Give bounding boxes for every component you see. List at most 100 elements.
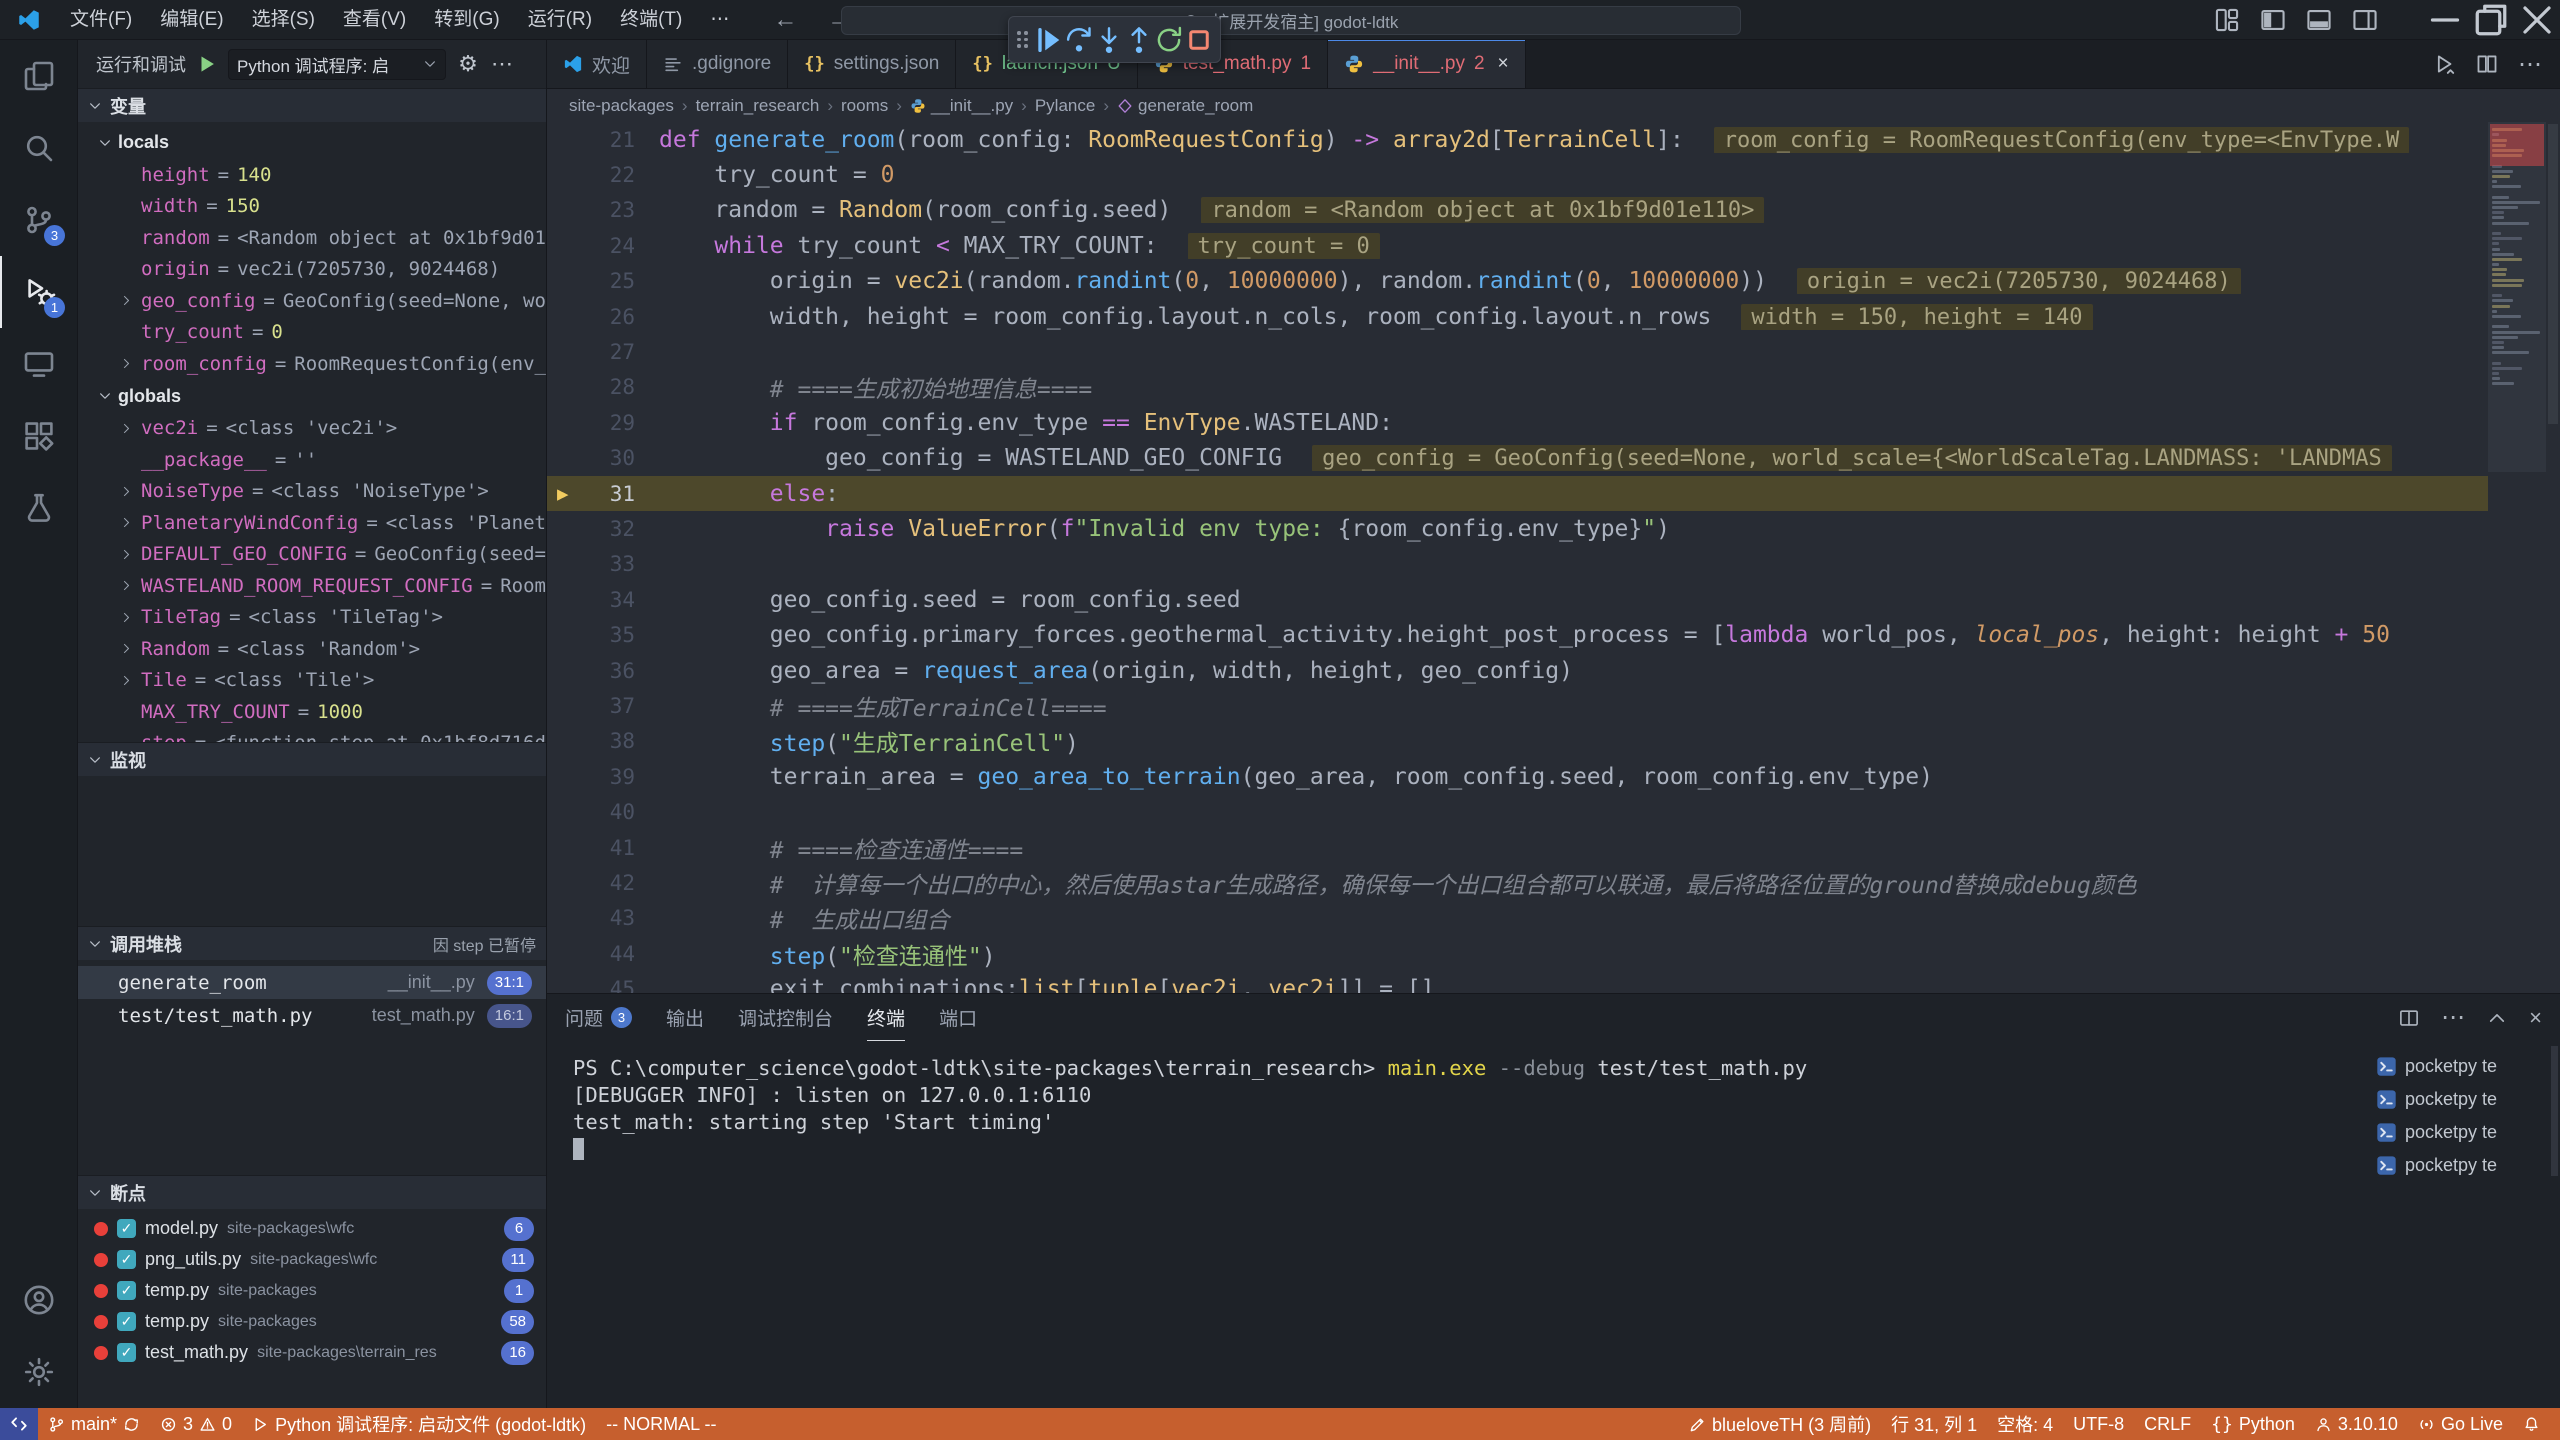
step-into-button[interactable] (1094, 23, 1124, 57)
variable-row[interactable]: width=150 (78, 191, 546, 223)
terminal-session-item[interactable]: pocketpy te (2376, 1116, 2544, 1149)
breakpoint-row[interactable]: ✓test_math.pysite-packages\terrain_res16 (78, 1337, 546, 1368)
continue-button[interactable] (1034, 23, 1064, 57)
tab-__init__.py[interactable]: __init__.py2× (1328, 40, 1526, 88)
variable-row[interactable]: PlanetaryWindConfig=<class 'Planeta (78, 507, 546, 539)
activity-item-settings[interactable] (0, 1336, 77, 1408)
restore-button[interactable] (2468, 0, 2514, 40)
breakpoint-checkbox[interactable]: ✓ (117, 1343, 136, 1362)
activity-item-remote-explorer[interactable] (0, 328, 77, 400)
panel-more-actions-icon[interactable]: ⋯ (2441, 1003, 2465, 1032)
status-item-blueloveTH-3-[interactable]: blueloveTH (3 周前) (1679, 1408, 1881, 1440)
menu-item-文件(F)[interactable]: 文件(F) (56, 0, 146, 39)
status-item[interactable] (2513, 1408, 2550, 1440)
variable-row[interactable]: Tile=<class 'Tile'> (78, 665, 546, 697)
activity-item-account[interactable] (0, 1264, 77, 1336)
breakpoint-checkbox[interactable]: ✓ (117, 1281, 136, 1300)
breadcrumb-item[interactable]: rooms (841, 96, 888, 116)
activity-item-scm[interactable]: 3 (0, 184, 77, 256)
editor-more-actions-icon[interactable]: ⋯ (2518, 50, 2542, 79)
close-panel-icon[interactable]: × (2529, 1005, 2542, 1031)
panel-tab-端口[interactable]: 端口 (939, 994, 977, 1041)
status-item-CRLF[interactable]: CRLF (2134, 1408, 2201, 1440)
restart-button[interactable] (1154, 23, 1184, 57)
variable-scope-globals[interactable]: globals (78, 380, 546, 413)
status-item-main-[interactable]: main* (38, 1408, 150, 1440)
breakpoints-section-header[interactable]: 断点 (78, 1175, 546, 1209)
terminal-session-item[interactable]: pocketpy te (2376, 1149, 2544, 1182)
minimap[interactable] (2488, 122, 2546, 993)
debug-settings-gear-icon[interactable]: ⚙ (456, 52, 480, 76)
variable-row[interactable]: vec2i=<class 'vec2i'> (78, 413, 546, 445)
stop-button[interactable] (1184, 23, 1214, 57)
breakpoint-row[interactable]: ✓temp.pysite-packages58 (78, 1306, 546, 1337)
step-over-button[interactable] (1064, 23, 1094, 57)
variables-section-header[interactable]: 变量 (78, 88, 546, 122)
status-item-Python-godot-ldtk-[interactable]: Python 调试程序: 启动文件 (godot-ldtk) (242, 1408, 596, 1440)
status-item----NORMAL---[interactable]: -- NORMAL -- (596, 1408, 726, 1440)
variable-row[interactable]: Random=<class 'Random'> (78, 633, 546, 665)
code-editor[interactable]: 21def generate_room(room_config: RoomReq… (547, 122, 2560, 993)
toggle-panel-icon[interactable] (2306, 7, 2332, 33)
breadcrumb-item[interactable]: terrain_research (696, 96, 820, 116)
variable-row[interactable]: room_config=RoomRequestConfig(env_t (78, 348, 546, 380)
terminal-session-item[interactable]: pocketpy te (2376, 1050, 2544, 1083)
breadcrumb-item[interactable]: generate_room (1117, 96, 1253, 116)
panel-tab-输出[interactable]: 输出 (666, 994, 704, 1041)
editor-scrollbar[interactable] (2546, 122, 2560, 993)
minimize-button[interactable] (2422, 0, 2468, 40)
status-item--31-1[interactable]: 行 31, 列 1 (1881, 1408, 1987, 1440)
activity-item-extensions[interactable] (0, 400, 77, 472)
variable-row[interactable]: height=140 (78, 159, 546, 191)
variable-scope-locals[interactable]: locals (78, 126, 546, 159)
status-item-3-10-10[interactable]: 3.10.10 (2305, 1408, 2408, 1440)
menu-item-转到(G)[interactable]: 转到(G) (420, 0, 513, 39)
stack-frame[interactable]: generate_room__init__.py31:1 (78, 966, 546, 999)
tab-.gdignore[interactable]: .gdignore (647, 40, 788, 88)
tab-欢迎[interactable]: 欢迎 (547, 40, 647, 88)
status-item-UTF-8[interactable]: UTF-8 (2063, 1408, 2134, 1440)
breadcrumb-item[interactable]: __init__.py (910, 96, 1013, 116)
activity-item-search[interactable] (0, 112, 77, 184)
breakpoint-checkbox[interactable]: ✓ (117, 1312, 136, 1331)
variable-row[interactable]: geo_config=GeoConfig(seed=None, wor (78, 285, 546, 317)
variable-row[interactable]: MAX_TRY_COUNT=1000 (78, 696, 546, 728)
stack-frame[interactable]: test/test_math.pytest_math.py16:1 (78, 999, 546, 1032)
variable-row[interactable]: random=<Random object at 0x1bf9d01e (78, 222, 546, 254)
breakpoint-checkbox[interactable]: ✓ (117, 1219, 136, 1238)
drag-handle-icon[interactable] (1017, 31, 1028, 48)
split-editor-icon[interactable] (2476, 53, 2498, 75)
status-item-Go-Live[interactable]: Go Live (2408, 1408, 2513, 1440)
sidebar-more-actions-icon[interactable]: ⋯ (490, 52, 514, 76)
variable-row[interactable]: TileTag=<class 'TileTag'> (78, 602, 546, 634)
variable-row[interactable]: WASTELAND_ROOM_REQUEST_CONFIG=RoomR (78, 570, 546, 602)
callstack-section-header[interactable]: 调用堆栈 因 step 已暂停 (78, 926, 546, 960)
panel-tab-调试控制台[interactable]: 调试控制台 (738, 994, 833, 1041)
step-out-button[interactable] (1124, 23, 1154, 57)
breadcrumb-item[interactable]: site-packages (569, 96, 674, 116)
status-item--4[interactable]: 空格: 4 (1987, 1408, 2063, 1440)
toggle-secondary-sidebar-icon[interactable] (2352, 7, 2378, 33)
variable-row[interactable]: NoiseType=<class 'NoiseType'> (78, 476, 546, 508)
remote-indicator[interactable] (0, 1408, 38, 1440)
breakpoint-checkbox[interactable]: ✓ (117, 1250, 136, 1269)
breakpoint-row[interactable]: ✓temp.pysite-packages1 (78, 1275, 546, 1306)
panel-scrollbar[interactable] (2551, 1046, 2558, 1176)
status-item-3[interactable]: 30 (150, 1408, 242, 1440)
menu-item-运行(R)[interactable]: 运行(R) (514, 0, 606, 39)
start-debug-icon[interactable] (196, 53, 218, 75)
terminal-layout-icon[interactable] (2399, 1008, 2419, 1028)
customize-layout-icon[interactable] (2214, 7, 2240, 33)
watch-section-header[interactable]: 监视 (78, 742, 546, 776)
variable-row[interactable]: __package__='' (78, 444, 546, 476)
close-button[interactable] (2514, 0, 2560, 40)
status-item-Python[interactable]: {}Python (2201, 1408, 2305, 1440)
breadcrumb-item[interactable]: Pylance (1035, 96, 1095, 116)
variable-row[interactable]: try_count=0 (78, 317, 546, 349)
terminal-session-item[interactable]: pocketpy te (2376, 1083, 2544, 1116)
nav-back-icon[interactable]: ← (773, 6, 797, 34)
tab-settings.json[interactable]: {}settings.json (788, 40, 956, 88)
variable-row[interactable]: DEFAULT_GEO_CONFIG=GeoConfig(seed=1 (78, 539, 546, 571)
close-tab-icon[interactable]: × (1498, 53, 1509, 75)
menu-item-终端(T)[interactable]: 终端(T) (606, 0, 696, 39)
